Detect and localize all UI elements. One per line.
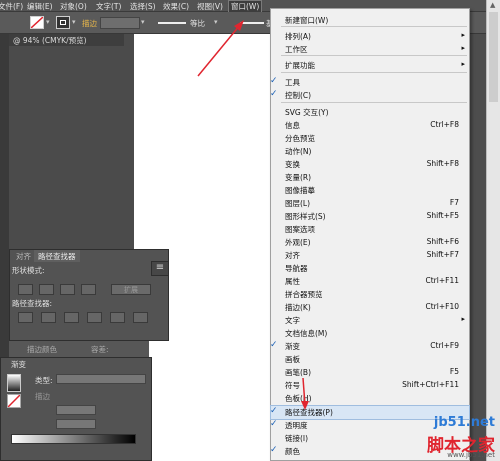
watermark: jb51.net 脚本之家 www.jb51.net [385,415,497,459]
watermark-site: jb51.net [433,415,495,430]
watermark-url: www.jb51.net [447,451,495,459]
arrow-to-pathfinder-item [301,377,309,410]
arrow-to-window-menu [197,20,244,77]
annotation-arrows [197,20,309,410]
